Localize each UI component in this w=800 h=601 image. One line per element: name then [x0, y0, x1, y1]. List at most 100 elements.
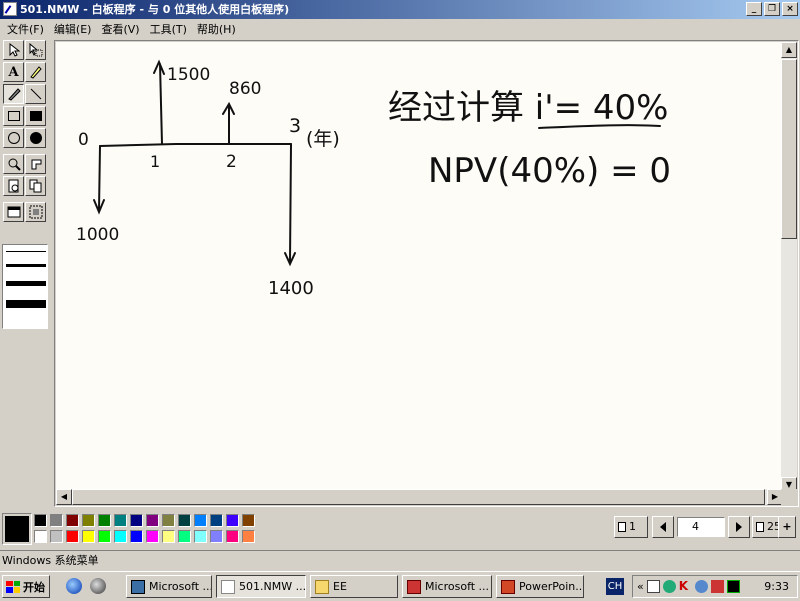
inflow-arrow-year1: [153, 59, 165, 145]
highlighter-icon[interactable]: [25, 62, 46, 82]
pen-icon[interactable]: [3, 84, 24, 104]
menu-edit[interactable]: 编辑(E): [49, 21, 97, 37]
window-app-icon: [407, 579, 421, 594]
color-swatch[interactable]: [98, 530, 111, 543]
vertical-scroll-thumb[interactable]: [781, 59, 797, 239]
media-player-icon[interactable]: [90, 578, 106, 594]
internet-explorer-icon[interactable]: [66, 578, 82, 594]
select-area-icon[interactable]: [25, 40, 46, 60]
minimize-button[interactable]: _: [746, 2, 762, 16]
rectangle-filled-icon[interactable]: [25, 106, 46, 126]
page-number-input[interactable]: 4: [677, 517, 725, 537]
toolbox: A: [0, 38, 50, 508]
color-swatch[interactable]: [66, 530, 79, 543]
close-button[interactable]: ×: [782, 2, 798, 16]
color-swatch[interactable]: [50, 514, 63, 527]
scroll-left-button[interactable]: ◀: [56, 489, 72, 505]
color-swatch[interactable]: [178, 514, 191, 527]
select-arrow-icon[interactable]: [3, 40, 24, 60]
color-swatch[interactable]: [226, 514, 239, 527]
scroll-up-button[interactable]: ▲: [781, 42, 797, 58]
antivirus-icon[interactable]: K: [679, 580, 692, 593]
color-swatch[interactable]: [162, 530, 175, 543]
page-navigator: 1 4 25 +: [614, 516, 800, 538]
color-swatch[interactable]: [130, 530, 143, 543]
task-microsoft-2[interactable]: Microsoft ...: [402, 575, 492, 598]
color-swatch[interactable]: [34, 530, 47, 543]
color-swatch[interactable]: [82, 514, 95, 527]
sync-icon[interactable]: [662, 580, 676, 593]
color-swatch[interactable]: [130, 514, 143, 527]
color-swatch[interactable]: [210, 514, 223, 527]
synchronize-icon[interactable]: [25, 176, 46, 196]
color-swatch[interactable]: [194, 514, 207, 527]
task-ee-folder[interactable]: EE: [310, 575, 398, 598]
color-palette: [0, 512, 260, 548]
select-window-icon[interactable]: [3, 202, 24, 222]
task-microsoft-1[interactable]: Microsoft ...: [126, 575, 212, 598]
next-page-button[interactable]: [728, 516, 750, 538]
window-title: 501.NMW - 白板程序 - 与 0 位其他人使用白板程序): [20, 3, 290, 16]
color-swatch[interactable]: [50, 530, 63, 543]
color-swatch[interactable]: [178, 530, 191, 543]
menu-view[interactable]: 查看(V): [96, 21, 144, 37]
color-swatch[interactable]: [82, 530, 95, 543]
previous-page-button[interactable]: [652, 516, 674, 538]
vertical-scrollbar[interactable]: ▲ ▼: [781, 42, 797, 493]
horizontal-scroll-thumb[interactable]: [72, 489, 765, 505]
restore-button[interactable]: ❐: [764, 2, 780, 16]
text-tool-icon[interactable]: A: [3, 62, 24, 82]
color-swatch[interactable]: [242, 514, 255, 527]
size-grip: [781, 489, 797, 505]
color-swatch[interactable]: [146, 530, 159, 543]
outflow-value-year3: 1400: [268, 278, 314, 299]
horizontal-scrollbar[interactable]: ◀ ▶: [56, 489, 783, 505]
color-swatch[interactable]: [194, 530, 207, 543]
color-swatch[interactable]: [98, 514, 111, 527]
line-width-thin[interactable]: [6, 251, 46, 252]
tray-expand-icon[interactable]: «: [637, 580, 644, 593]
messenger-icon[interactable]: [694, 580, 708, 593]
select-area-capture-icon[interactable]: [25, 202, 46, 222]
line-icon[interactable]: [25, 84, 46, 104]
whiteboard-app-icon[interactable]: [3, 2, 17, 16]
menu-file[interactable]: 文件(F): [2, 21, 49, 37]
tray-app-icon[interactable]: [710, 580, 724, 593]
line-width-medium[interactable]: [6, 264, 46, 267]
ellipse-filled-icon[interactable]: [25, 128, 46, 148]
color-swatch[interactable]: [34, 514, 47, 527]
remote-pointer-icon[interactable]: [25, 154, 46, 174]
menu-help[interactable]: 帮助(H): [192, 21, 241, 37]
task-whiteboard[interactable]: 501.NMW ...: [216, 575, 306, 598]
monitor-icon[interactable]: [726, 580, 740, 593]
color-swatch[interactable]: [146, 514, 159, 527]
ellipse-outline-icon[interactable]: [3, 128, 24, 148]
page-icon: [756, 522, 764, 532]
time-label-2: 2: [226, 152, 237, 172]
lock-contents-icon[interactable]: [3, 176, 24, 196]
whiteboard-task-icon: [221, 579, 235, 594]
rectangle-outline-icon[interactable]: [3, 106, 24, 126]
start-button[interactable]: 开始: [2, 575, 50, 598]
whiteboard-canvas[interactable]: 0 1 2 3 (年) 1500 860 1000 1400 经过计算 i'= …: [56, 42, 783, 493]
equation-irr: 经过计算 i'= 40%: [388, 88, 668, 128]
line-width-heavy[interactable]: [6, 300, 46, 308]
time-axis: [99, 143, 292, 147]
color-swatch[interactable]: [66, 514, 79, 527]
menu-tools[interactable]: 工具(T): [145, 21, 192, 37]
first-page-button[interactable]: 1: [614, 516, 648, 538]
line-width-thick[interactable]: [6, 281, 46, 286]
color-swatch[interactable]: [226, 530, 239, 543]
insert-page-button[interactable]: +: [778, 516, 796, 538]
task-powerpoint[interactable]: PowerPoin...: [496, 575, 584, 598]
color-swatch[interactable]: [162, 514, 175, 527]
color-swatch[interactable]: [114, 530, 127, 543]
language-indicator[interactable]: CH: [606, 578, 624, 595]
color-swatch[interactable]: [242, 530, 255, 543]
inflow-arrow-year2: [222, 101, 235, 145]
color-swatch[interactable]: [210, 530, 223, 543]
network-icon[interactable]: [646, 580, 660, 593]
color-swatch[interactable]: [114, 514, 127, 527]
zoom-icon[interactable]: [3, 154, 24, 174]
clock[interactable]: 9:33: [764, 580, 789, 593]
